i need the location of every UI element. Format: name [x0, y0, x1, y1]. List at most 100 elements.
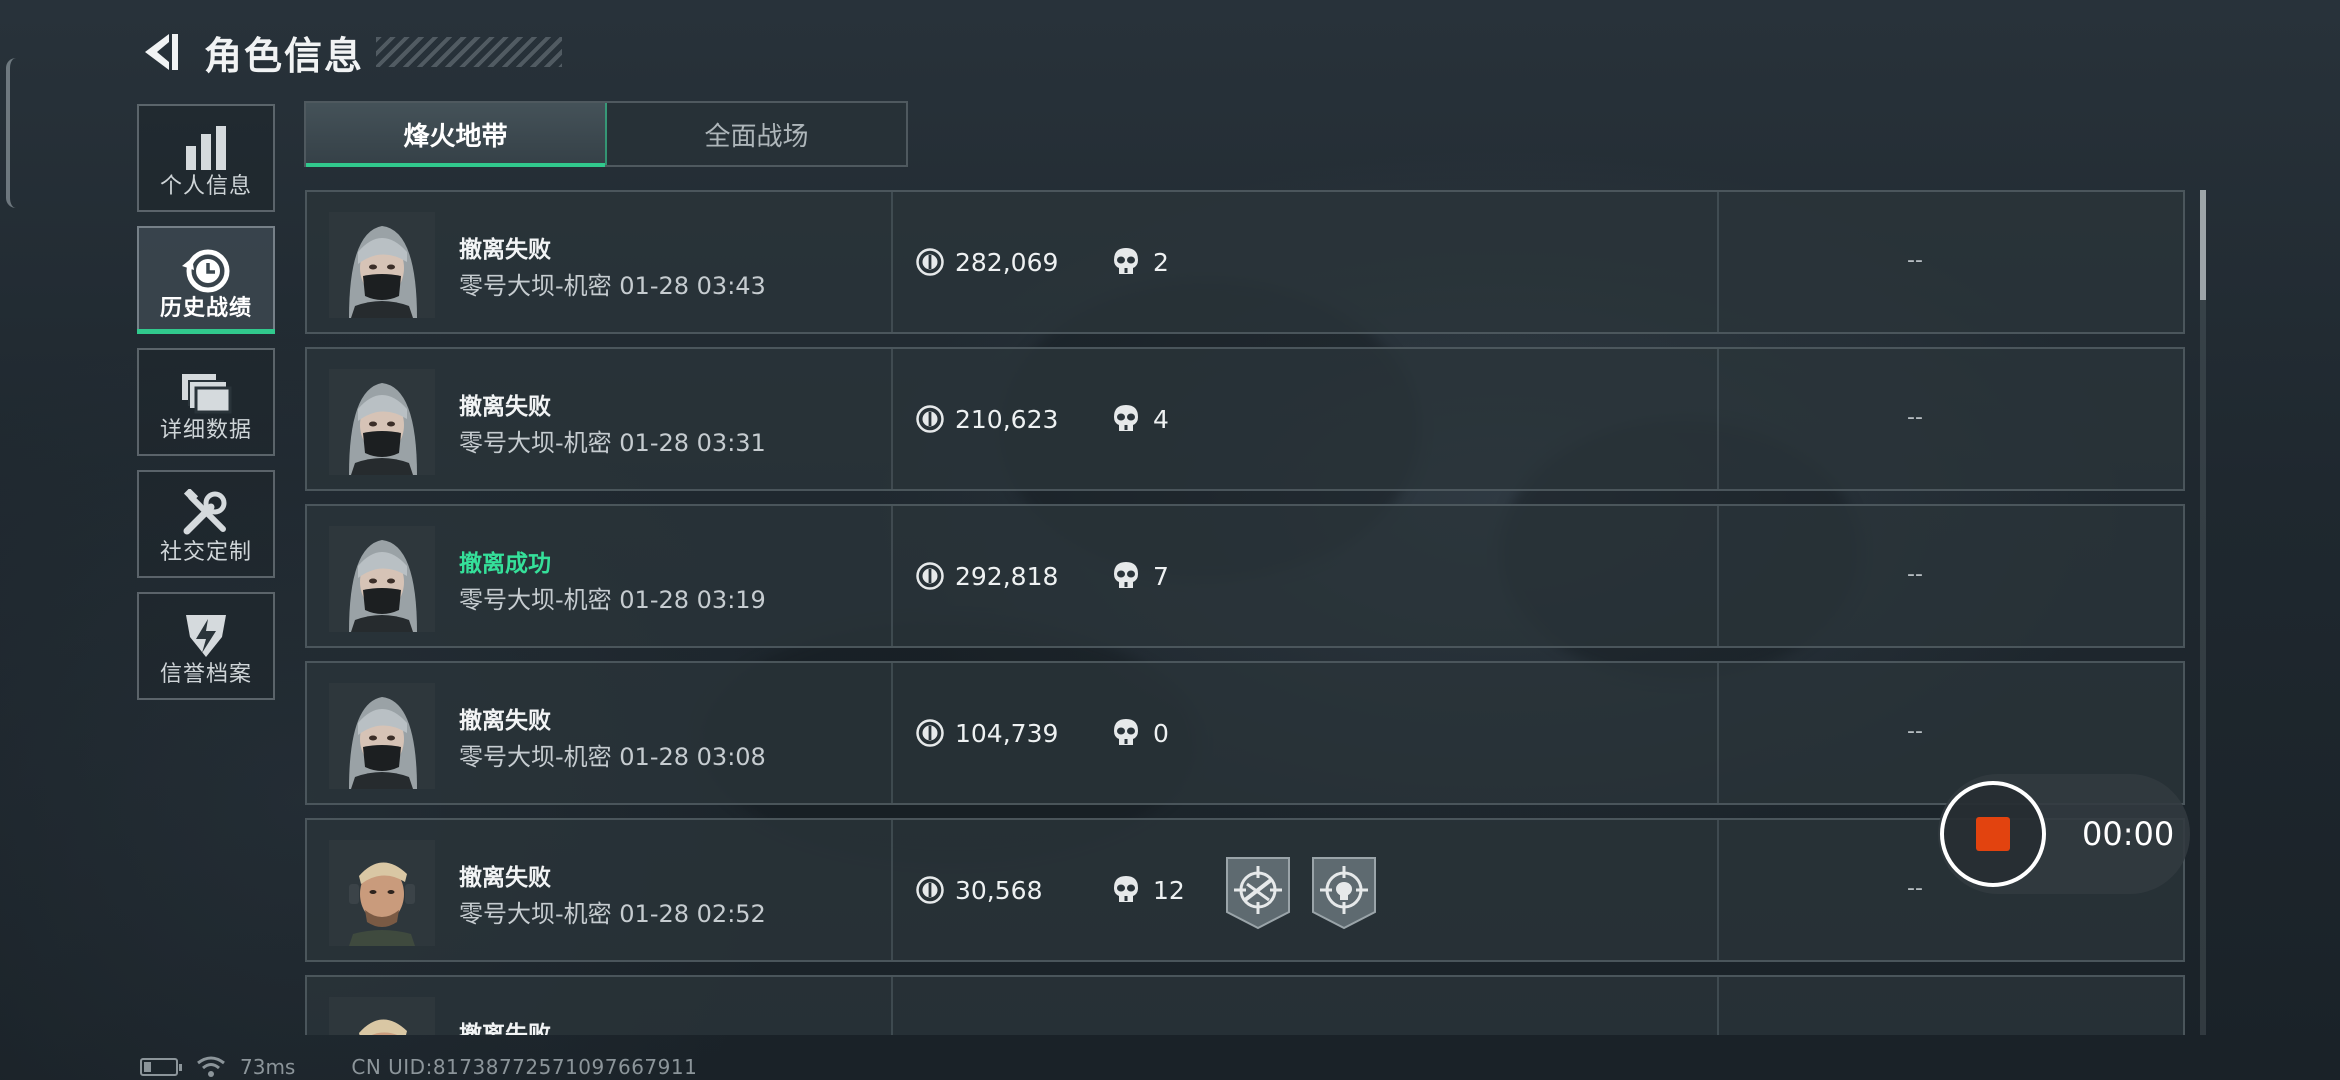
- wifi-icon: [197, 1056, 225, 1077]
- recording-timer: 00:00: [2082, 815, 2175, 853]
- sidebar: 个人信息 历史战绩 详细数据 社交定制 信誉档案: [137, 104, 275, 714]
- history-clock-icon: [178, 242, 234, 298]
- skull-kills-icon: [1114, 562, 1138, 588]
- tab-firezone[interactable]: 烽火地带: [306, 103, 607, 167]
- shield-lightning-icon: [178, 608, 234, 664]
- column-divider: [1717, 192, 1719, 332]
- back-arrow-icon: [145, 34, 178, 70]
- map-and-time: 零号大坝-机密 01-28 03:31: [459, 429, 766, 457]
- bar-chart-icon: [178, 120, 234, 176]
- kill-count: 0: [1153, 718, 1169, 748]
- kill-count: 4: [1153, 404, 1169, 434]
- extra-info: --: [1907, 405, 1923, 430]
- column-divider: [891, 192, 893, 332]
- female-operator-avatar: [329, 683, 435, 789]
- loot-value: 210,623: [955, 404, 1059, 434]
- match-record-row[interactable]: 撤离失败 零号大坝-机密 01-28 03:08 104,739 0 --: [305, 661, 2185, 805]
- sidebar-item-details[interactable]: 详细数据: [137, 348, 275, 456]
- loot-value: 292,818: [955, 561, 1059, 591]
- coin-value-icon: [916, 876, 944, 904]
- screen-recorder-widget: 00:00: [1938, 774, 2190, 894]
- scroll-thumb[interactable]: [2200, 190, 2206, 300]
- kill-count: 2: [1153, 247, 1169, 277]
- sidebar-item-profile[interactable]: 个人信息: [137, 104, 275, 212]
- skull-kills-icon: [1114, 876, 1138, 902]
- edge-scroll-hint: [6, 58, 16, 208]
- stop-recording-button[interactable]: [1940, 781, 2046, 887]
- map-and-time: 零号大坝-机密 01-28 03:43: [459, 272, 766, 300]
- column-divider: [1717, 977, 1719, 1035]
- coin-value-icon: [916, 719, 944, 747]
- extra-info: --: [1907, 248, 1923, 273]
- column-divider: [891, 820, 893, 960]
- sidebar-item-history[interactable]: 历史战绩: [137, 226, 275, 334]
- extraction-status: 撤离成功: [459, 551, 551, 577]
- match-history-list[interactable]: 撤离失败 零号大坝-机密 01-28 03:43 282,069 2 -- 撤离…: [305, 190, 2185, 1035]
- column-divider: [891, 506, 893, 646]
- extra-info: --: [1907, 719, 1923, 744]
- extraction-status: 撤离失败: [459, 708, 551, 734]
- female-operator-avatar: [329, 212, 435, 318]
- column-divider: [1717, 663, 1719, 803]
- stacked-cards-icon: [178, 364, 234, 420]
- loot-value: 30,568: [955, 875, 1043, 905]
- extraction-status: 撤离失败: [459, 394, 551, 420]
- loot-and-kills: 104,739 0: [915, 717, 1169, 749]
- sidebar-item-reputation[interactable]: 信誉档案: [137, 592, 275, 700]
- crosshair-skull-badge: [1312, 857, 1376, 930]
- battery-icon: [140, 1058, 182, 1076]
- skull-kills-icon: [1114, 248, 1138, 274]
- loot-value: 104,739: [955, 718, 1059, 748]
- map-and-time: 零号大坝-机密 01-28 03:08: [459, 743, 766, 771]
- extra-info: --: [1907, 562, 1923, 587]
- loot-and-kills: 30,568 12: [915, 874, 1185, 906]
- achievement-badges: [1225, 856, 1377, 930]
- match-record-row[interactable]: 撤离失败 零号大坝-机密 01-28 02:52 30,568 12 --: [305, 818, 2185, 962]
- female-operator-avatar: [329, 526, 435, 632]
- list-scrollbar[interactable]: [2200, 190, 2206, 1035]
- loot-and-kills: 292,818 7: [915, 560, 1169, 592]
- male-operator-avatar: [329, 997, 435, 1035]
- loot-and-kills: 282,069 2: [915, 246, 1169, 278]
- skull-kills-icon: [1114, 719, 1138, 745]
- user-uid: CN UID:81738772571097667911: [351, 1055, 698, 1079]
- sidebar-item-social[interactable]: 社交定制: [137, 470, 275, 578]
- map-and-time: 零号大坝-机密 01-28 03:19: [459, 586, 766, 614]
- coin-value-icon: [916, 248, 944, 276]
- coin-value-icon: [916, 562, 944, 590]
- column-divider: [1717, 506, 1719, 646]
- match-record-row[interactable]: 撤离失败 零号大坝-机密 01-28 03:31 210,623 4 --: [305, 347, 2185, 491]
- extraction-status: 撤离失败: [459, 237, 551, 263]
- column-divider: [1717, 349, 1719, 489]
- column-divider: [891, 349, 893, 489]
- kill-count: 12: [1153, 875, 1185, 905]
- title-decoration: [376, 37, 563, 67]
- loot-and-kills: 210,623 4: [915, 403, 1169, 435]
- coin-value-icon: [916, 405, 944, 433]
- extraction-status: 撤离失败: [459, 1022, 551, 1035]
- match-record-row[interactable]: 撤离成功 零号大坝-机密 01-28 03:19 292,818 7 --: [305, 504, 2185, 648]
- game-screen: { "header": { "title": "角色信息" }, "sideba…: [0, 0, 2340, 1080]
- column-divider: [891, 977, 893, 1035]
- column-divider: [891, 663, 893, 803]
- crosshair-rifle-badge: [1226, 857, 1290, 930]
- match-record-row[interactable]: 撤离失败 零号大坝-机密 01-28 03:43 282,069 2 --: [305, 190, 2185, 334]
- header: 角色信息: [136, 22, 563, 82]
- map-and-time: 零号大坝-机密 01-28 02:52: [459, 900, 766, 928]
- wrench-screwdriver-icon: [178, 486, 234, 542]
- ping-value: 73ms: [240, 1055, 296, 1079]
- extra-info: --: [1907, 876, 1923, 901]
- status-bar: 73ms CN UID:81738772571097667911: [140, 1054, 697, 1080]
- loot-value: 282,069: [955, 247, 1059, 277]
- tab-full-battlefield[interactable]: 全面战场: [607, 103, 906, 165]
- match-record-row[interactable]: 撤离失败: [305, 975, 2185, 1035]
- skull-kills-icon: [1114, 405, 1138, 431]
- page-title: 角色信息: [204, 33, 365, 78]
- extraction-status: 撤离失败: [459, 865, 551, 891]
- mode-tabs: 烽火地带 全面战场: [304, 101, 908, 167]
- column-divider: [1717, 820, 1719, 960]
- stop-square-icon: [1976, 817, 2010, 851]
- female-operator-avatar: [329, 369, 435, 475]
- back-button[interactable]: [136, 27, 186, 77]
- kill-count: 7: [1153, 561, 1169, 591]
